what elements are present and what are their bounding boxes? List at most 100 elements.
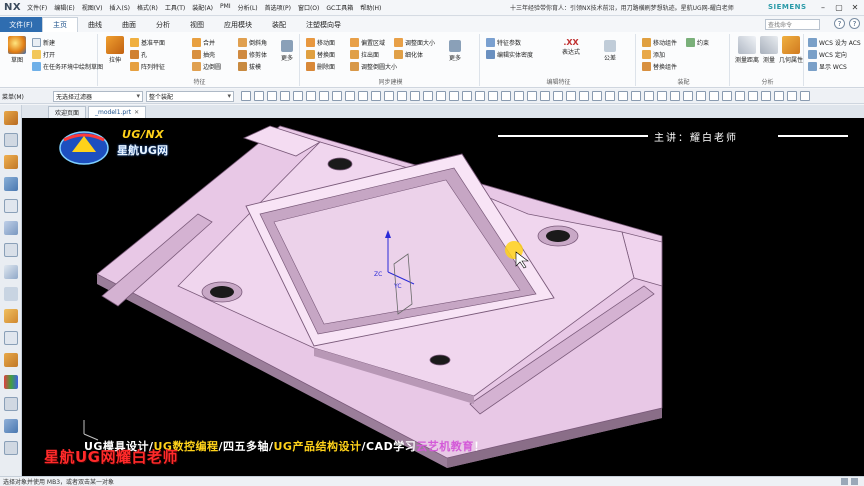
pattern-feature-button[interactable]: 阵列特征	[130, 62, 165, 71]
snap-icon[interactable]	[371, 91, 381, 101]
command-search-input[interactable]: 查找命令	[765, 19, 820, 30]
expression-button[interactable]: .XX 表达式	[554, 38, 588, 56]
new-button[interactable]: 新建	[32, 38, 103, 47]
tab-assembly[interactable]: 装配	[262, 17, 296, 32]
snap-icon[interactable]	[410, 91, 420, 101]
draft-button[interactable]: 拔模	[238, 62, 267, 71]
snap-icon[interactable]	[319, 91, 329, 101]
snap-icon[interactable]	[592, 91, 602, 101]
sketch-in-task-button[interactable]: 在任务环境中绘制草图	[32, 62, 103, 71]
reuse-library-icon[interactable]	[4, 177, 18, 191]
snap-icon[interactable]	[774, 91, 784, 101]
snap-icon[interactable]	[722, 91, 732, 101]
feature-params-button[interactable]: 特征参数	[486, 38, 533, 47]
history-icon[interactable]	[4, 243, 18, 257]
snap-icon[interactable]	[488, 91, 498, 101]
menu-preferences[interactable]: 首选项(P)	[265, 3, 291, 12]
snap-icon[interactable]	[800, 91, 810, 101]
add-component-button[interactable]: 添加	[642, 50, 677, 59]
close-tab-icon[interactable]: ✕	[134, 109, 139, 116]
snap-icon[interactable]	[306, 91, 316, 101]
datum-plane-button[interactable]: 基准平面	[130, 38, 165, 47]
info-icon[interactable]: ?	[834, 18, 845, 29]
move-component-button[interactable]: 移动组件	[642, 38, 677, 47]
tab-file[interactable]: 文件(F)	[0, 17, 42, 32]
tab-view[interactable]: 视图	[180, 17, 214, 32]
roles-icon[interactable]	[4, 331, 18, 345]
tab-curve[interactable]: 曲线	[78, 17, 112, 32]
snap-icon[interactable]	[631, 91, 641, 101]
part-navigator-icon[interactable]	[4, 111, 18, 125]
move-face-button[interactable]: 移动面	[306, 38, 335, 47]
snap-icon[interactable]	[787, 91, 797, 101]
snap-icon[interactable]	[618, 91, 628, 101]
snap-icon[interactable]	[241, 91, 251, 101]
sync-more-button[interactable]: 更多	[442, 38, 468, 62]
menu-window[interactable]: 窗口(O)	[298, 3, 319, 12]
tab-welcome-page[interactable]: 欢迎页面	[48, 106, 87, 118]
assembly-navigator-icon[interactable]	[4, 133, 18, 147]
palette-icon[interactable]	[4, 375, 18, 389]
snap-icon[interactable]	[293, 91, 303, 101]
hole-button[interactable]: 孔	[130, 50, 165, 59]
settings-icon[interactable]	[4, 441, 18, 455]
snap-icon[interactable]	[553, 91, 563, 101]
tab-mold-wizard[interactable]: 注塑模向导	[296, 17, 351, 32]
shell-button[interactable]: 抽壳	[192, 50, 221, 59]
constraint-navigator-icon[interactable]	[4, 155, 18, 169]
menu-gc-toolbox[interactable]: GC工具箱	[326, 3, 353, 12]
snap-icon[interactable]	[332, 91, 342, 101]
unite-button[interactable]: 合并	[192, 38, 221, 47]
scope-select[interactable]: 整个装配	[146, 90, 234, 102]
open-button[interactable]: 打开	[32, 50, 103, 59]
snap-icon[interactable]	[501, 91, 511, 101]
refine-body-button[interactable]: 细化体	[394, 50, 435, 59]
feature-more-button[interactable]: 更多	[274, 38, 300, 62]
graphics-window[interactable]: ZC YC UG/NX 星航UG网 主讲：耀白老师 UG模具设计/UG数控编程/…	[22, 118, 864, 476]
sketch-button[interactable]: 草图	[4, 34, 30, 64]
replace-face-button[interactable]: 替换面	[306, 50, 335, 59]
snap-icon[interactable]	[670, 91, 680, 101]
globe-icon[interactable]	[4, 419, 18, 433]
main-menu-button[interactable]: 菜单(M)	[2, 92, 50, 101]
resize-blend-button[interactable]: 调整倒圆大小	[350, 62, 397, 71]
snap-icon[interactable]	[384, 91, 394, 101]
wcs-orient-button[interactable]: WCS 定向	[808, 50, 861, 59]
tab-analysis[interactable]: 分析	[146, 17, 180, 32]
snap-icon[interactable]	[527, 91, 537, 101]
chamfer-button[interactable]: 倒斜角	[238, 38, 267, 47]
menu-edit[interactable]: 编辑(E)	[54, 3, 74, 12]
snap-icon[interactable]	[423, 91, 433, 101]
snap-icon[interactable]	[280, 91, 290, 101]
replace-component-button[interactable]: 替换组件	[642, 62, 677, 71]
manufacturing-wizard-icon[interactable]	[4, 309, 18, 323]
extrude-button[interactable]: 拉伸	[102, 34, 128, 64]
snap-icon[interactable]	[475, 91, 485, 101]
hd3d-icon[interactable]	[4, 199, 18, 213]
snap-icon[interactable]	[397, 91, 407, 101]
snap-icon[interactable]	[761, 91, 771, 101]
wcs-set-acs-button[interactable]: WCS 设为 ACS	[808, 38, 861, 47]
snap-icon[interactable]	[267, 91, 277, 101]
snap-icon[interactable]	[644, 91, 654, 101]
snap-icon[interactable]	[540, 91, 550, 101]
help-icon[interactable]: ?	[849, 18, 860, 29]
minimize-icon[interactable]: –	[816, 1, 830, 13]
tab-application[interactable]: 应用模块	[214, 17, 262, 32]
menu-help[interactable]: 帮助(H)	[360, 3, 381, 12]
wcs-display-button[interactable]: 显示 WCS	[808, 62, 861, 71]
snap-icon[interactable]	[605, 91, 615, 101]
constraint-button[interactable]: 约束	[686, 38, 709, 47]
delete-face-button[interactable]: 删除面	[306, 62, 335, 71]
snap-icon[interactable]	[254, 91, 264, 101]
resize-face-button[interactable]: 调整面大小	[394, 38, 435, 47]
system-materials-icon[interactable]	[4, 265, 18, 279]
solid-density-button[interactable]: 编辑实体密度	[486, 50, 533, 59]
snap-icon[interactable]	[449, 91, 459, 101]
snap-icon[interactable]	[462, 91, 472, 101]
status-icon[interactable]	[851, 478, 858, 485]
status-icon[interactable]	[841, 478, 848, 485]
snap-icon[interactable]	[436, 91, 446, 101]
tab-model1-prt[interactable]: _model1.prt ✕	[88, 106, 147, 118]
snap-icon[interactable]	[345, 91, 355, 101]
